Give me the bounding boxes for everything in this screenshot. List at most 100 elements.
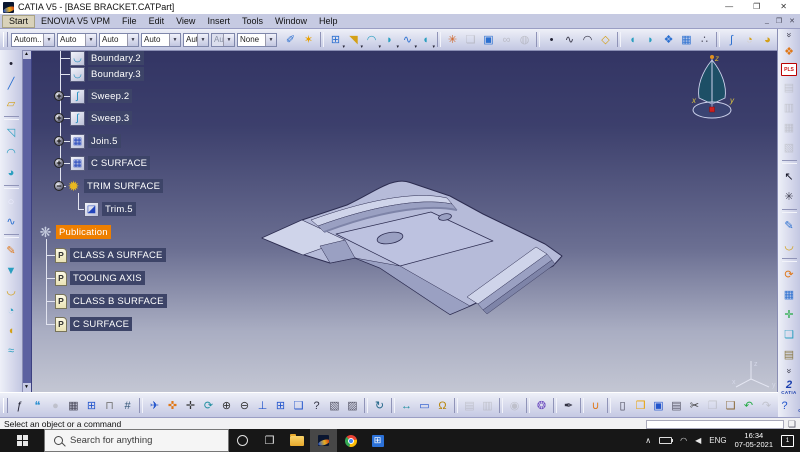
mdi-minimize-button[interactable]: _ (765, 17, 769, 25)
thick-surface-icon[interactable]: ◗ (642, 31, 659, 48)
more-tools-chevron-2[interactable]: » (784, 363, 794, 380)
tree-item-publication[interactable]: ❋ Publication (38, 224, 111, 240)
dropdown-arrow-icon[interactable]: ▼ (127, 33, 138, 46)
scroll-up-icon[interactable]: ▲ (22, 50, 31, 59)
ds-catia-logo-2[interactable]: 2CATIA (794, 397, 800, 414)
flag-icon[interactable]: ◥ ▾ (345, 31, 363, 50)
normal-view-icon[interactable]: ⊥ (254, 397, 271, 414)
wifi-icon[interactable]: ◠ (680, 436, 687, 445)
menu-insert[interactable]: Insert (201, 15, 236, 28)
spline-surface-icon[interactable]: ∫ (723, 31, 740, 48)
menu-start[interactable]: Start (2, 14, 36, 28)
exit-workbench-icon[interactable]: ❖ (781, 43, 798, 60)
tree-expander-plus-icon[interactable]: + (54, 113, 64, 123)
file-explorer-button[interactable] (283, 429, 310, 452)
check-analysis-icon[interactable]: ▦ (65, 397, 82, 414)
toolbar-dropdown-7[interactable]: None ▼ (237, 32, 277, 47)
tree-label[interactable]: C SURFACE (70, 317, 133, 331)
select-cursor-icon[interactable]: ↖ (781, 168, 798, 185)
tray-chevron-icon[interactable]: ∧ (645, 436, 651, 445)
zoom-out-icon[interactable]: ⊖ (236, 397, 253, 414)
tree-label[interactable]: Boundary.2 (88, 51, 144, 65)
knowledge-dot-icon[interactable]: ● (47, 397, 64, 414)
dropdown-arrow-icon[interactable]: ▼ (265, 33, 276, 46)
copy-icon[interactable]: ❐ (704, 397, 721, 414)
unfold-icon[interactable]: ◕ (759, 31, 776, 48)
cut-icon[interactable]: ✂ (686, 397, 703, 414)
basket-icon[interactable]: ∪ (587, 397, 604, 414)
toolbar-dropdown-3[interactable]: Auto ▼ (99, 32, 139, 47)
projection-tool-icon[interactable]: ▼ (3, 262, 20, 279)
pdm-icon-2[interactable]: ▥ (781, 99, 798, 116)
measure-between-icon[interactable]: ↔ (398, 397, 415, 414)
formula-icon[interactable]: ƒ (11, 397, 28, 414)
menu-tools[interactable]: Tools (236, 15, 269, 28)
shaded-view-icon[interactable]: ▧ (326, 397, 343, 414)
tree-item-trim-5[interactable]: ◪ Trim.5 (84, 201, 136, 217)
tree-item-boundary-3[interactable]: ◡ Boundary.3 (70, 66, 144, 82)
status-doc-icon[interactable]: ❏ (788, 419, 796, 429)
minimize-button[interactable]: — (725, 3, 733, 11)
pdm-icon-4[interactable]: ▧ (781, 139, 798, 156)
flyout-caret-icon[interactable]: ▾ (432, 45, 435, 50)
catia-taskbar-button[interactable] (310, 429, 337, 452)
dropdown-arrow-icon[interactable]: ▼ (43, 33, 54, 46)
measure-item-icon[interactable]: ▭ (416, 397, 433, 414)
menu-help[interactable]: Help (313, 15, 344, 28)
sketch-tool-icon[interactable]: ✎ (3, 242, 20, 259)
profile-icon[interactable]: ◡ (781, 237, 798, 254)
iso-view-icon[interactable]: ❑ (290, 397, 307, 414)
fill-surface-icon[interactable]: ◖ ▾ (417, 31, 435, 50)
command-field[interactable] (645, 419, 784, 429)
rotate-screen-icon[interactable]: ↻ (371, 397, 388, 414)
paste-icon[interactable]: ❑ (722, 397, 739, 414)
dropdown-arrow-icon[interactable]: ▼ (169, 33, 180, 46)
revolve-surface-icon[interactable]: ◗ ▾ (381, 31, 399, 50)
painter-icon[interactable]: ✒ (560, 397, 577, 414)
menu-file[interactable]: File (116, 15, 143, 28)
fillet-tool-icon[interactable]: ◖ (3, 322, 20, 339)
tree-expander-plus-icon[interactable]: + (54, 91, 64, 101)
graphic-wand-icon[interactable]: ✶ (300, 31, 317, 48)
grayed-icon-1[interactable]: ▤ (461, 397, 478, 414)
rotate-icon[interactable]: ⟳ (200, 397, 217, 414)
plm-access-icon[interactable]: PLS (781, 63, 797, 76)
relations-icon[interactable]: # (119, 397, 136, 414)
shell-icon[interactable]: ◖ (624, 31, 641, 48)
extrude-surface-icon[interactable]: ◠ ▾ (363, 31, 381, 50)
tree-item-join-5[interactable]: ▦ Join.5 (70, 133, 121, 149)
quick-view-icon[interactable]: ? (308, 397, 325, 414)
paper-icon[interactable]: ❏ (462, 31, 479, 48)
sculpt-icon[interactable]: ❖ (660, 31, 677, 48)
cortana-button[interactable] (229, 429, 256, 452)
tree-item-sweep-2[interactable]: ∫ Sweep.2 (70, 88, 133, 104)
axis-system-icon[interactable]: ✛ (781, 306, 798, 323)
tree-item-c-surface[interactable]: PC SURFACE (55, 316, 133, 332)
fit-all-in-icon[interactable]: ✜ (164, 397, 181, 414)
clock[interactable]: 16:34 07-05-2021 (735, 431, 773, 449)
tree-label[interactable]: Boundary.3 (88, 67, 144, 81)
zoom-in-icon[interactable]: ⊕ (218, 397, 235, 414)
speaker-icon[interactable]: ◀ (695, 436, 701, 445)
dropdown-arrow-icon[interactable]: ▼ (85, 33, 96, 46)
update-icon[interactable]: ⟳ (781, 266, 798, 283)
language-indicator[interactable]: ENG (709, 436, 726, 445)
tree-expander-plus-icon[interactable]: + (54, 136, 64, 146)
tree-label[interactable]: Sweep.2 (88, 89, 133, 103)
menu-edit[interactable]: Edit (143, 15, 171, 28)
layers-icon[interactable]: ▤ (781, 346, 798, 363)
extract-tool-icon[interactable]: ◔ (3, 302, 20, 319)
plane-icon[interactable]: ◇ (597, 31, 614, 48)
save-icon[interactable]: ▣ (650, 397, 667, 414)
tree-item-c-surface[interactable]: ▦ C SURFACE (70, 155, 151, 171)
chrome-button[interactable] (337, 429, 364, 452)
tree-item-class-b-surface[interactable]: P CLASS B SURFACE (55, 293, 167, 309)
inertia-icon[interactable]: Ω (434, 397, 451, 414)
pattern-icon[interactable]: ⊞ ▾ (327, 31, 345, 50)
restore-button[interactable]: ❐ (753, 3, 760, 11)
toolbar-dropdown-4[interactable]: Auto ▼ (141, 32, 181, 47)
toolbar-dropdown-6[interactable]: Aut▼ (211, 32, 235, 47)
tree-label[interactable]: TRIM SURFACE (84, 179, 164, 193)
toolbar-dropdown-2[interactable]: Auto ▼ (57, 32, 97, 47)
new-document-icon[interactable]: ▯ (614, 397, 631, 414)
